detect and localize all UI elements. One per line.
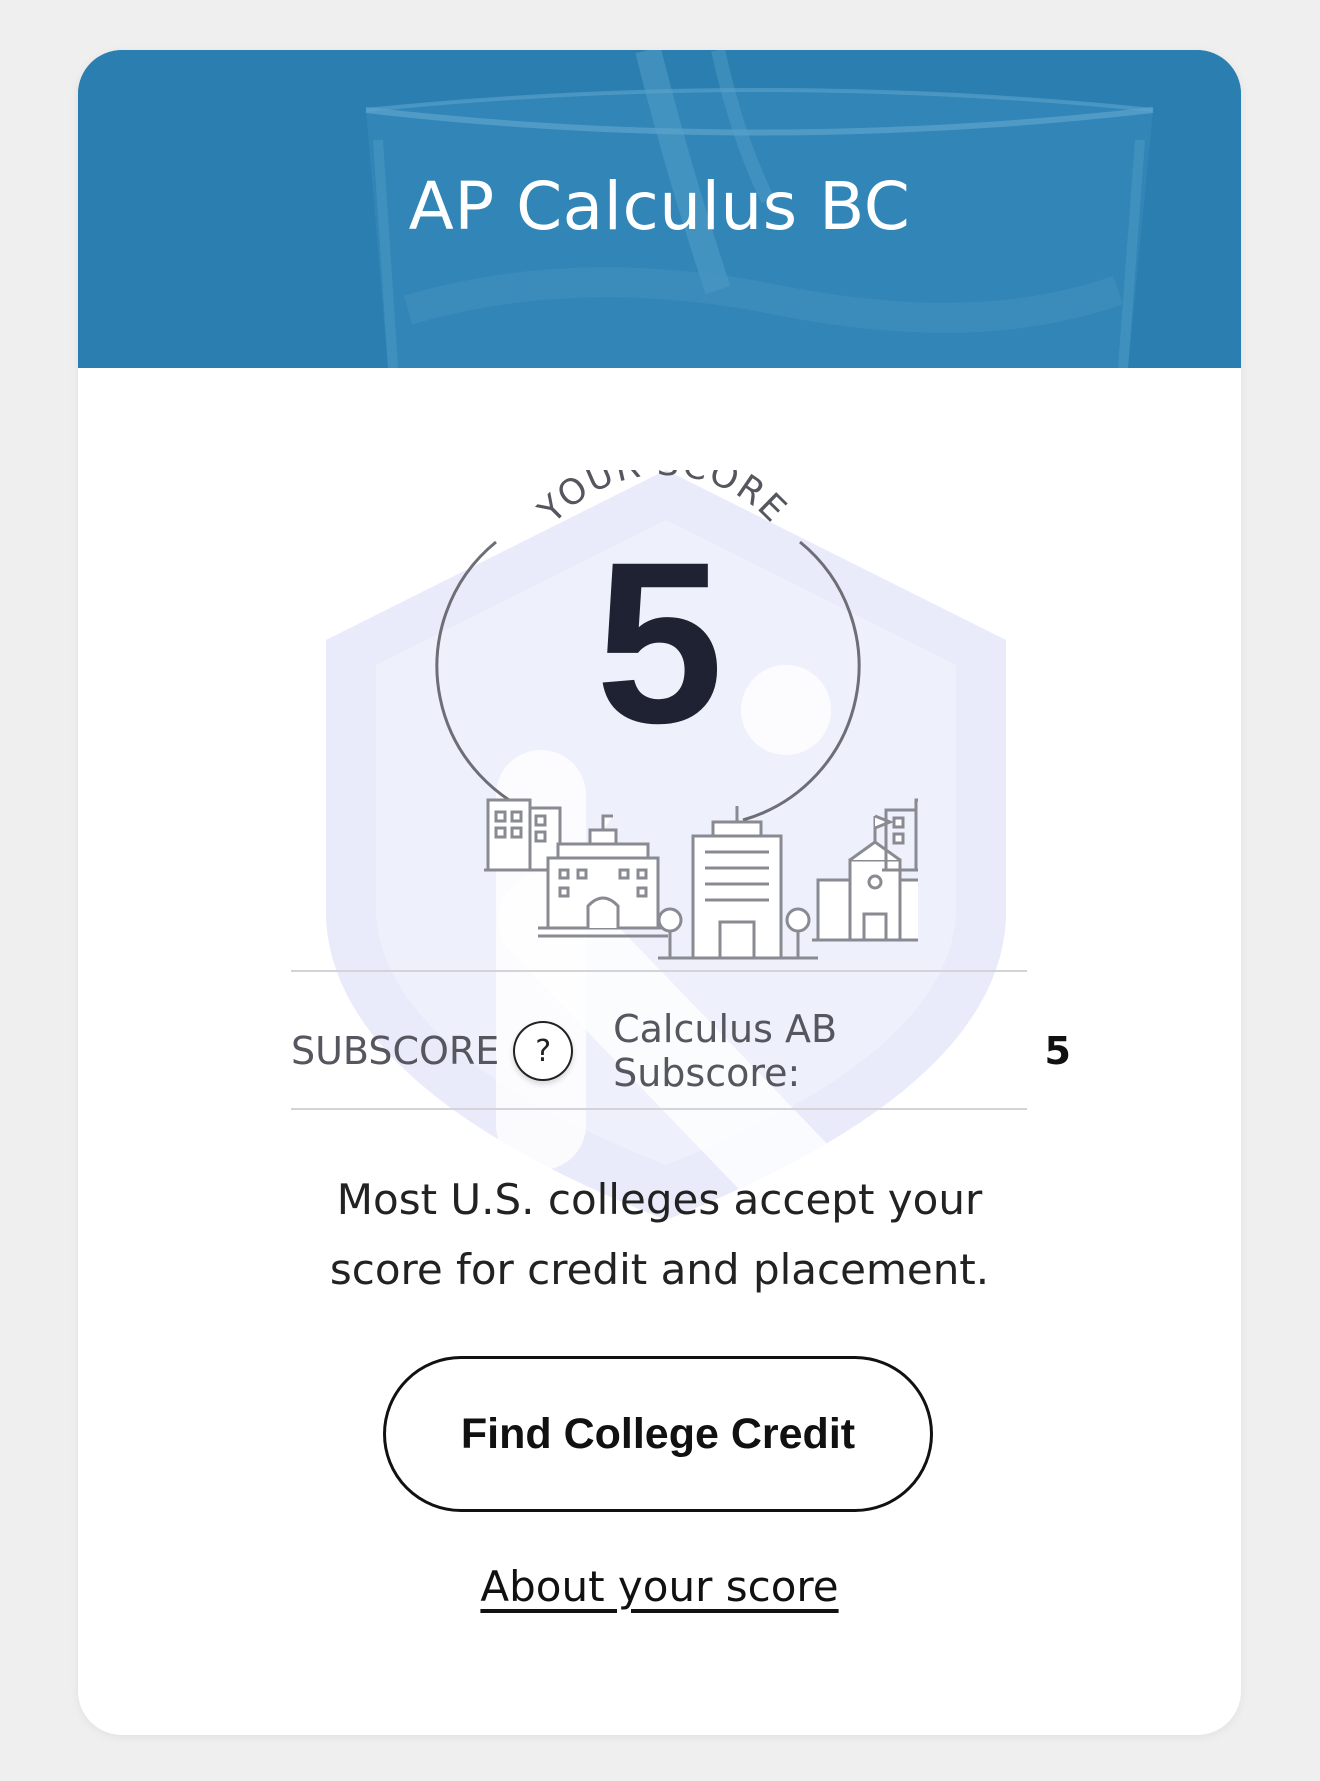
course-title: AP Calculus BC bbox=[408, 168, 911, 245]
question-icon: ? bbox=[535, 1033, 552, 1069]
card-header: AP Calculus BC bbox=[78, 50, 1241, 368]
acceptance-message: Most U.S. colleges accept your score for… bbox=[78, 1165, 1241, 1305]
score-card: AP Calculus BC YOUR SCORE bbox=[78, 50, 1241, 1735]
about-your-score-link[interactable]: About your score bbox=[78, 1562, 1241, 1611]
subscore-label: SUBSCORE bbox=[291, 1029, 500, 1073]
subscore-help-button[interactable]: ? bbox=[513, 1021, 574, 1081]
find-college-credit-button[interactable]: Find College Credit bbox=[383, 1356, 933, 1512]
message-line-1: Most U.S. colleges accept your bbox=[336, 1175, 983, 1224]
divider-bottom bbox=[291, 1108, 1027, 1110]
score-value: 5 bbox=[595, 514, 724, 771]
divider-top bbox=[291, 970, 1027, 972]
subscore-value: 5 bbox=[1044, 1029, 1071, 1073]
message-line-2: score for credit and placement. bbox=[329, 1245, 990, 1294]
city-buildings-illustration bbox=[484, 798, 918, 960]
subscore-name: Calculus AB Subscore: bbox=[613, 1007, 838, 1095]
subscore-row: SUBSCORE ? Calculus AB Subscore: 5 bbox=[291, 1007, 1071, 1095]
